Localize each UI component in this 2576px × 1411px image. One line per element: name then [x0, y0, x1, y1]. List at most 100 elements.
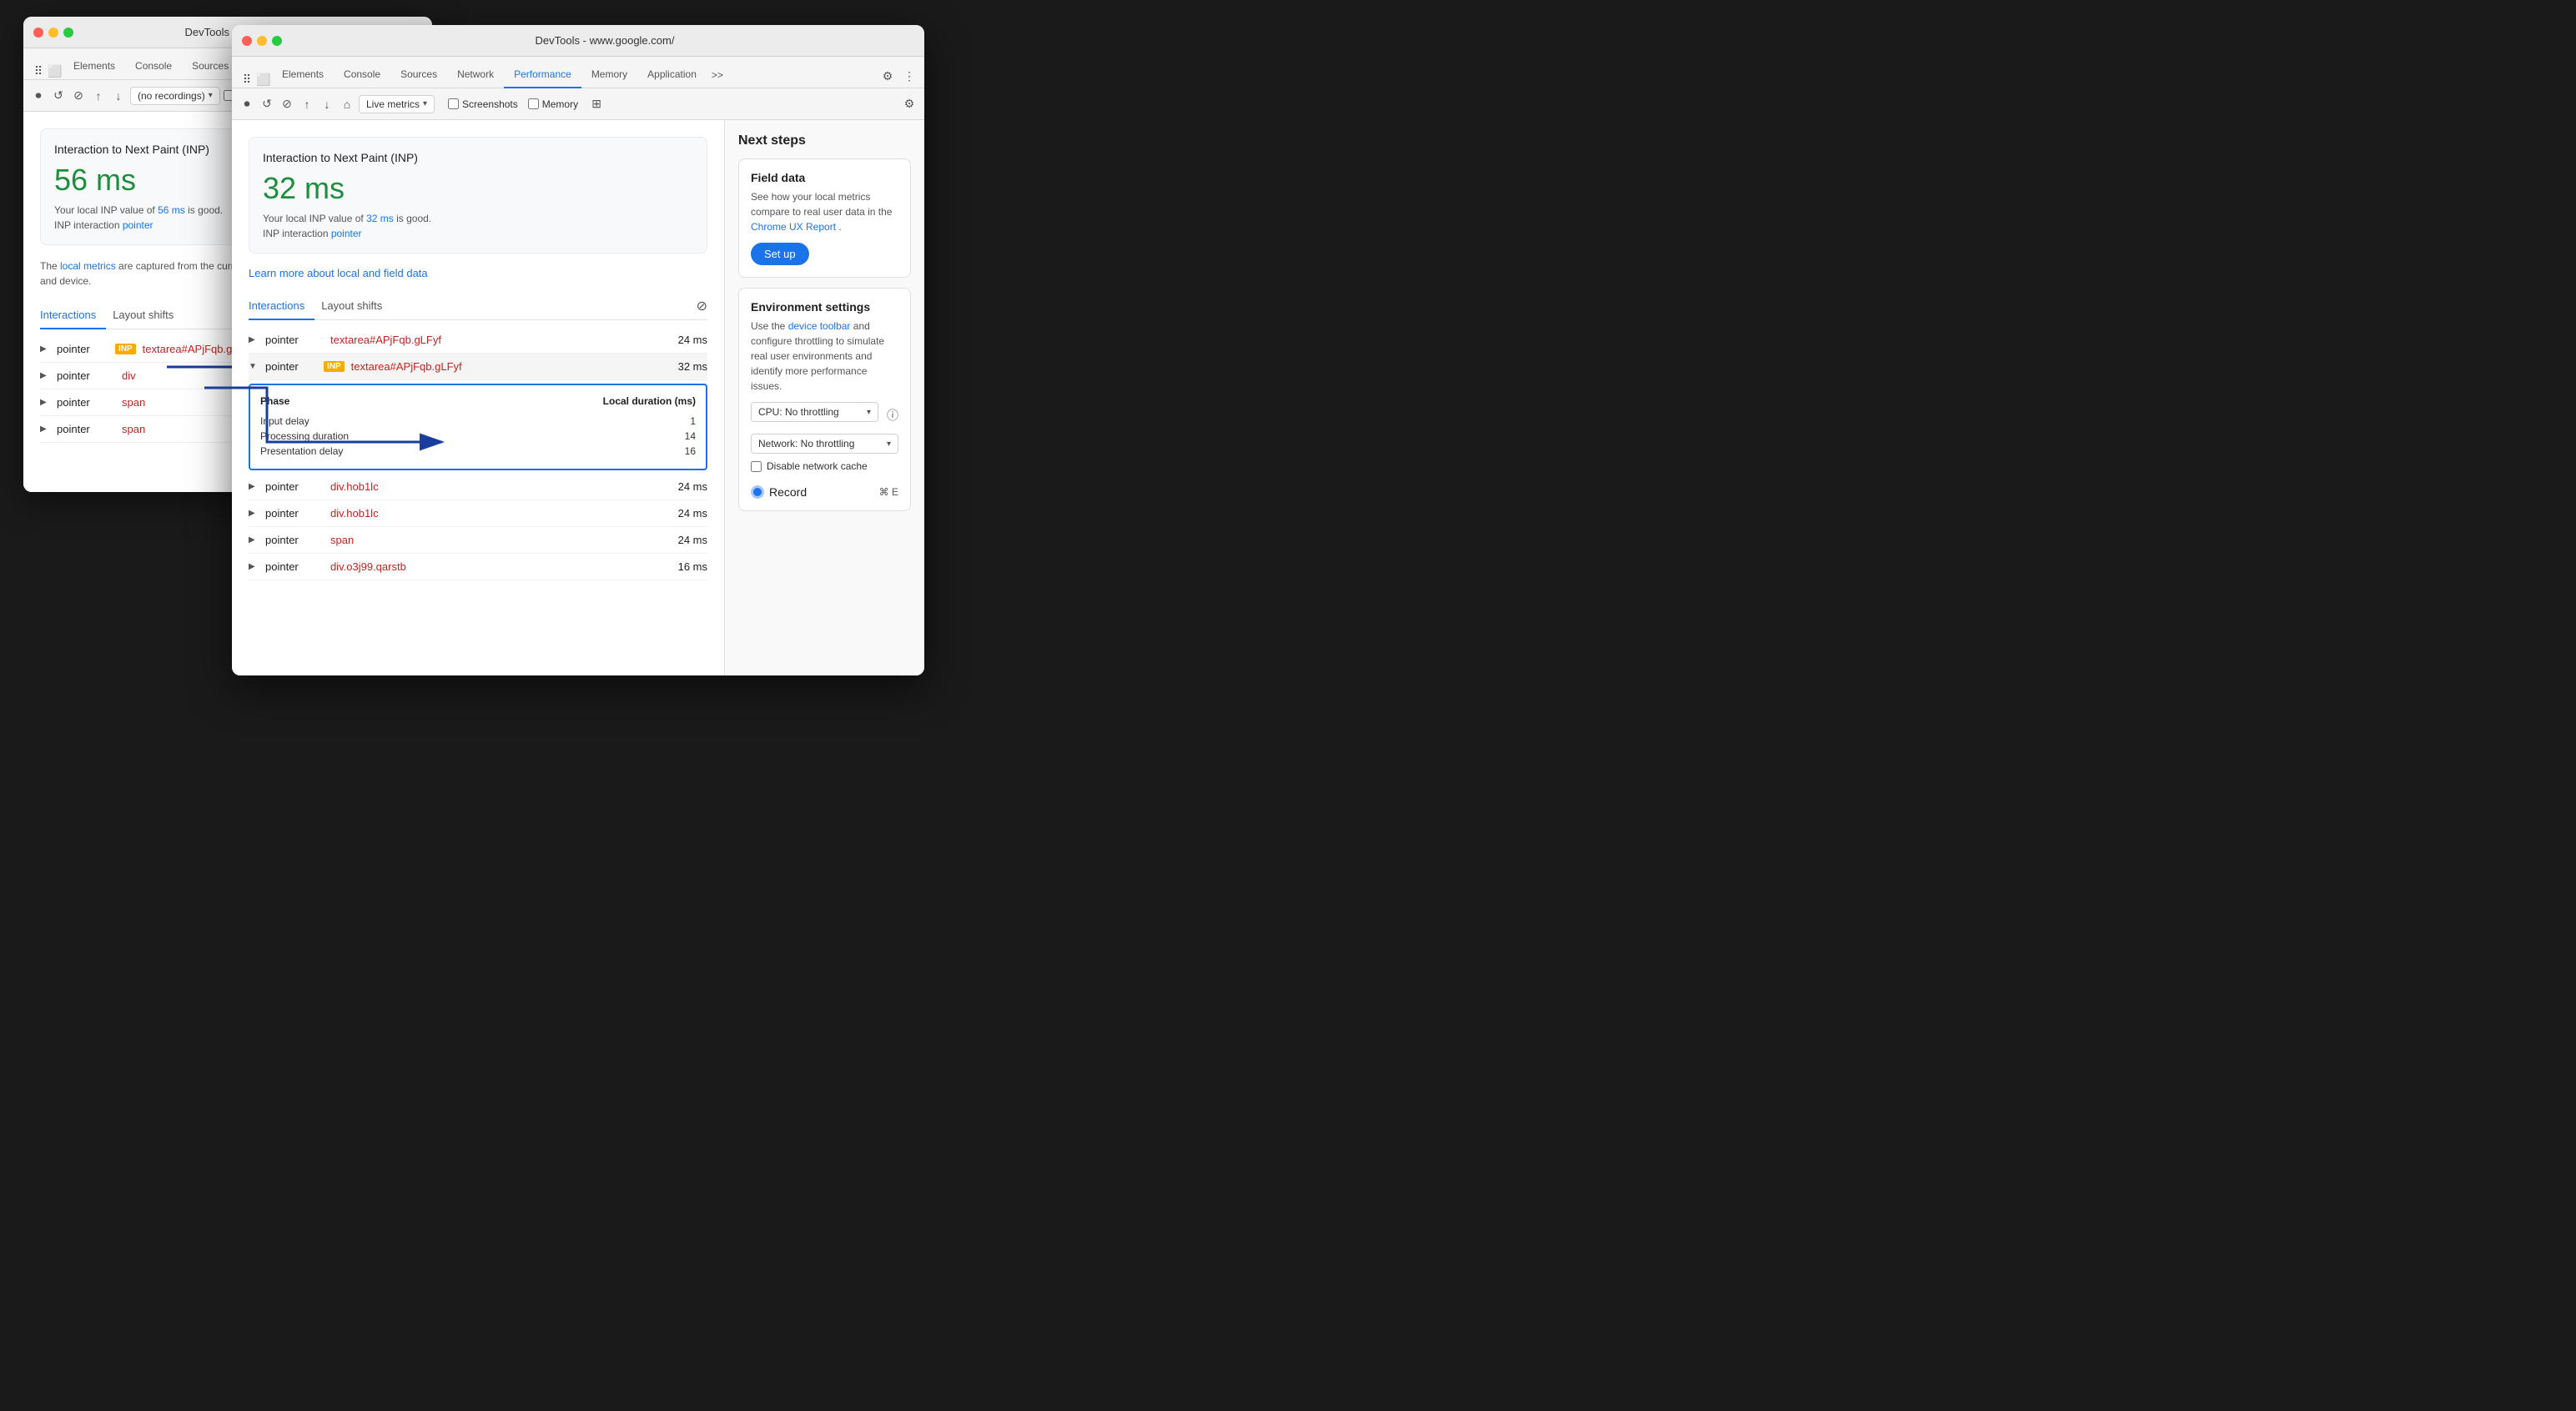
local-metrics-link-back[interactable]: local metrics [60, 260, 116, 272]
expand-2-front[interactable]: ▶ [249, 482, 262, 491]
recordings-dropdown-back[interactable]: (no recordings) ▾ [130, 87, 220, 105]
record-label: Record [769, 485, 807, 499]
upload-icon-back[interactable]: ↑ [90, 88, 107, 104]
interaction-row-1-front[interactable]: ▼ pointer INP textarea#APjFqb.gLFyf 32 m… [249, 354, 707, 380]
live-metrics-dropdown[interactable]: Live metrics ▾ [359, 95, 435, 113]
device-toolbar-link[interactable]: device toolbar [788, 320, 851, 332]
field-data-card: Field data See how your local metrics co… [738, 158, 911, 278]
expand-icon-3-back[interactable]: ▶ [40, 424, 53, 434]
settings-icon-front[interactable]: ⚙ [879, 68, 896, 84]
tab-memory-front[interactable]: Memory [581, 62, 637, 88]
tab-layout-shifts-front[interactable]: Layout shifts [321, 293, 392, 320]
responsive-icon-front[interactable]: ⬜ [255, 71, 272, 88]
element-5-front: div.o3j99.qarstb [330, 560, 678, 573]
phase-col1: Phase [260, 395, 289, 407]
layout-icon-front[interactable]: ⊞ [588, 96, 605, 113]
disable-cache-check[interactable] [751, 461, 762, 472]
screenshots-check-front[interactable] [448, 98, 459, 109]
download-icon-back[interactable]: ↓ [110, 88, 127, 104]
cpu-dropdown[interactable]: CPU: No throttling ▾ [751, 402, 878, 422]
inp-interaction-link-back[interactable]: pointer [123, 219, 153, 231]
maximize-button-back[interactable] [63, 28, 73, 38]
tab-console-front[interactable]: Console [334, 62, 390, 88]
element-3-front: div.hob1lc [330, 507, 678, 520]
expand-icon-2-back[interactable]: ▶ [40, 398, 53, 407]
phase-header: Phase Local duration (ms) [260, 395, 696, 407]
phase-breakdown: Phase Local duration (ms) Input delay 1 … [249, 384, 707, 470]
chrome-ux-link[interactable]: Chrome UX Report [751, 221, 836, 233]
tab-console-back[interactable]: Console [125, 53, 182, 80]
title-bar-front: DevTools - www.google.com/ [232, 25, 924, 57]
screenshots-checkbox-front[interactable]: Screenshots [448, 98, 518, 110]
settings-gear-front[interactable]: ⚙ [901, 96, 918, 113]
disable-cache-row[interactable]: Disable network cache [751, 460, 898, 472]
more-icon-front[interactable]: ⋮ [901, 68, 918, 84]
tab-performance-front[interactable]: Performance [504, 62, 581, 88]
interaction-row-0-front[interactable]: ▶ pointer textarea#APjFqb.gLFyf 24 ms [249, 327, 707, 354]
tab-application-front[interactable]: Application [637, 62, 707, 88]
setup-button[interactable]: Set up [751, 243, 809, 265]
clear-icon-section[interactable]: ⊘ [697, 298, 707, 314]
type-2-front: pointer [265, 480, 324, 493]
tab-sources-back[interactable]: Sources [182, 53, 239, 80]
tab-elements-front[interactable]: Elements [272, 62, 334, 88]
interaction-row-5-front[interactable]: ▶ pointer div.o3j99.qarstb 16 ms [249, 554, 707, 580]
upload-icon-front[interactable]: ↑ [299, 96, 315, 113]
reload-icon-back[interactable]: ↺ [50, 88, 67, 104]
memory-checkbox-front[interactable]: Memory [528, 98, 578, 110]
phase-row-1: Processing duration 14 [260, 429, 696, 444]
tab-sources-front[interactable]: Sources [390, 62, 447, 88]
window-front: DevTools - www.google.com/ ⠿ ⬜ Elements … [232, 25, 924, 675]
element-2-front: div.hob1lc [330, 480, 678, 493]
expand-0-front[interactable]: ▶ [249, 335, 262, 344]
network-dropdown[interactable]: Network: No throttling ▾ [751, 434, 898, 454]
reload-icon-front[interactable]: ↺ [259, 96, 275, 113]
tab-elements-back[interactable]: Elements [63, 53, 125, 80]
interaction-row-1-front-container: ▼ pointer INP textarea#APjFqb.gLFyf 32 m… [249, 354, 707, 470]
expand-4-front[interactable]: ▶ [249, 535, 262, 545]
interaction-row-4-front[interactable]: ▶ pointer span 24 ms [249, 527, 707, 554]
cpu-info-icon[interactable]: ⓘ [887, 407, 898, 424]
memory-check-front[interactable] [528, 98, 539, 109]
tab-layout-shifts-back[interactable]: Layout shifts [113, 302, 184, 329]
expand-icon-0-back[interactable]: ▶ [40, 344, 53, 354]
record-icon-back[interactable]: ⏺ [30, 88, 47, 104]
close-button-front[interactable] [242, 36, 252, 46]
tab-interactions-back[interactable]: Interactions [40, 302, 106, 329]
minimize-button-front[interactable] [257, 36, 267, 46]
record-dot [751, 485, 764, 499]
responsive-icon-back[interactable]: ⬜ [47, 63, 63, 79]
window-title-front: DevTools - www.google.com/ [295, 34, 914, 47]
download-icon-front[interactable]: ↓ [319, 96, 335, 113]
interaction-row-3-front[interactable]: ▶ pointer div.hob1lc 24 ms [249, 500, 707, 527]
clear-icon-back[interactable]: ⊘ [70, 88, 87, 104]
screenshots-label-front: Screenshots [462, 98, 518, 110]
record-shortcut: ⌘ E [879, 486, 898, 498]
section-tabs-front: Interactions Layout shifts ⊘ [249, 293, 707, 320]
tab-interactions-front[interactable]: Interactions [249, 293, 314, 320]
phase-label-2: Presentation delay [260, 445, 343, 457]
inp-value-link-front[interactable]: 32 ms [366, 213, 394, 224]
close-button-back[interactable] [33, 28, 43, 38]
expand-5-front[interactable]: ▶ [249, 562, 262, 571]
maximize-button-front[interactable] [272, 36, 282, 46]
inp-title-front: Interaction to Next Paint (INP) [263, 151, 693, 164]
phase-value-0: 1 [690, 415, 696, 427]
expand-3-front[interactable]: ▶ [249, 509, 262, 518]
minimize-button-back[interactable] [48, 28, 58, 38]
learn-more-link[interactable]: Learn more about local and field data [249, 267, 707, 279]
expand-icon-1-back[interactable]: ▶ [40, 371, 53, 380]
interaction-row-2-front[interactable]: ▶ pointer div.hob1lc 24 ms [249, 474, 707, 500]
clear-icon-front[interactable]: ⊘ [279, 96, 295, 113]
record-icon-front[interactable]: ⏺ [239, 96, 255, 113]
inp-value-link-back[interactable]: 56 ms [158, 204, 185, 216]
duration-5-front: 16 ms [678, 560, 707, 573]
tab-more-front[interactable]: >> [707, 63, 728, 88]
tab-network-front[interactable]: Network [447, 62, 504, 88]
home-icon-front[interactable]: ⌂ [339, 96, 355, 113]
expand-1-front[interactable]: ▼ [249, 362, 262, 371]
record-button[interactable]: Record [751, 485, 807, 499]
devtools-icon-front[interactable]: ⠿ [239, 71, 255, 88]
devtools-icon-back[interactable]: ⠿ [30, 63, 47, 79]
inp-interaction-link-front[interactable]: pointer [331, 228, 362, 239]
